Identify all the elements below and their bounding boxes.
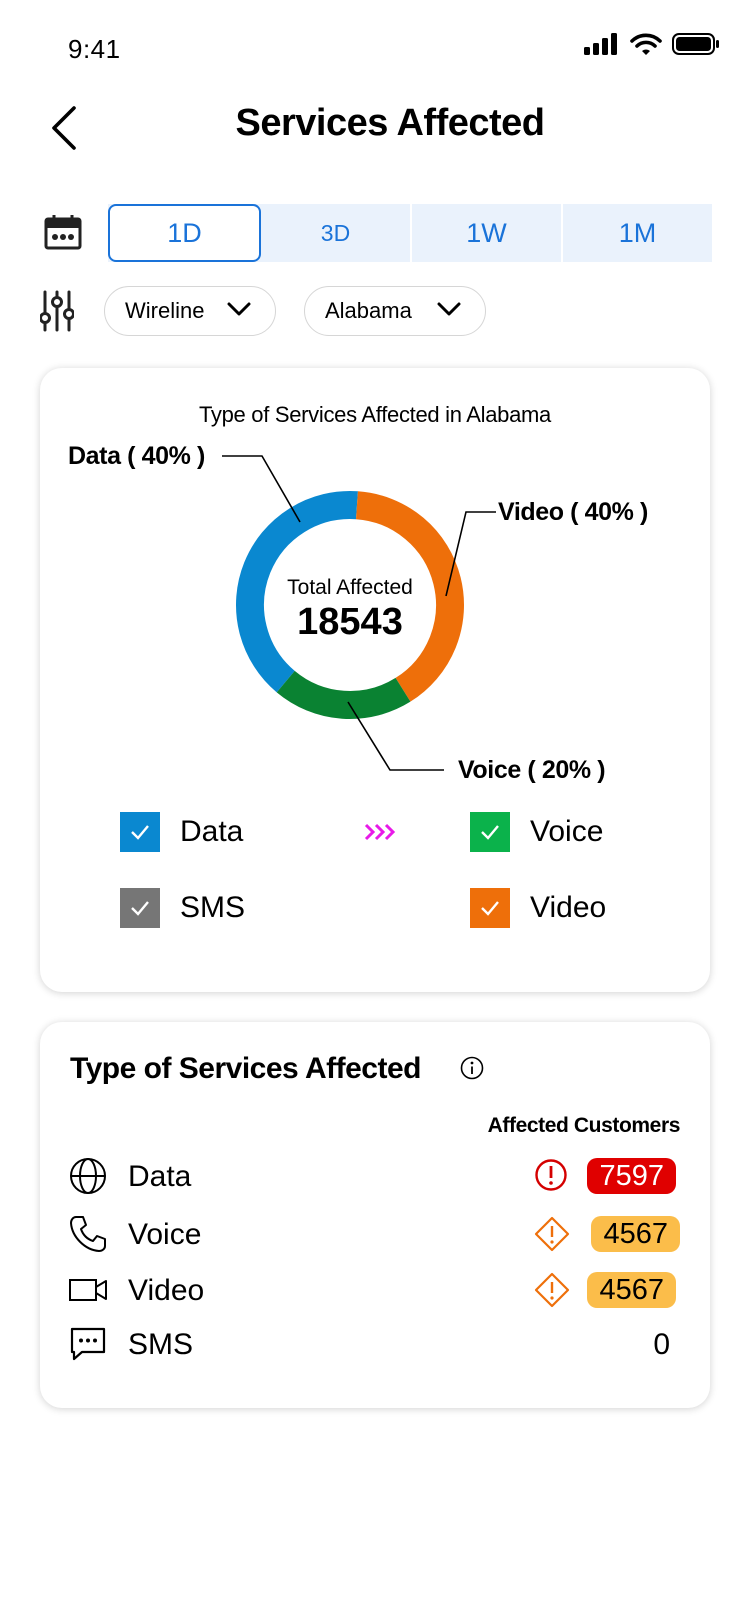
sliders-icon[interactable] (40, 290, 74, 332)
count-value: 0 (653, 1328, 670, 1361)
legend-label-data: Data (180, 815, 244, 848)
globe-icon (70, 1158, 106, 1194)
message-icon (70, 1327, 106, 1361)
legend-label-voice: Voice (530, 815, 604, 848)
count-badge: 4567 (591, 1216, 680, 1252)
chevrons-right-icon (364, 823, 396, 841)
checkbox-voice[interactable] (470, 812, 510, 852)
service-label: Video (128, 1274, 205, 1307)
page-title: Services Affected (235, 102, 545, 144)
table-title: Type of Services Affected (70, 1052, 421, 1085)
chevron-down-icon (227, 302, 251, 316)
services-table-card: Type of Services Affected Affected Custo… (40, 1022, 710, 1408)
checkmark-icon (131, 825, 149, 840)
data-callout: Data ( 40% ) (68, 442, 205, 470)
table-row[interactable]: Voice 4567 (40, 1210, 710, 1260)
time-range-tabs: 1D 3D 1W 1M (108, 204, 712, 262)
time-range-row: 1D 3D 1W 1M (0, 200, 750, 264)
status-bar: 9:41 (0, 0, 750, 90)
video-camera-icon (69, 1279, 107, 1301)
legend-item-voice[interactable]: Voice (470, 812, 603, 852)
info-icon[interactable] (460, 1056, 484, 1080)
affected-customers-header: Affected Customers (487, 1114, 681, 1137)
checkbox-sms[interactable] (120, 888, 160, 928)
calendar-icon[interactable] (44, 214, 82, 250)
table-row[interactable]: Video 4567 (40, 1266, 710, 1316)
critical-alert-icon (535, 1159, 567, 1191)
tab-1w[interactable]: 1W (412, 204, 563, 262)
services-chart-card: Type of Services Affected in Alabama Tot… (40, 368, 710, 992)
tab-1m[interactable]: 1M (563, 204, 712, 262)
legend-item-data[interactable]: Data (120, 812, 243, 852)
filter-row: Wireline Alabama (0, 286, 750, 340)
status-icons (584, 32, 720, 56)
cellular-signal-icon (584, 33, 617, 55)
checkmark-icon (481, 825, 499, 840)
network-dropdown[interactable]: Wireline (104, 286, 276, 336)
voice-callout: Voice ( 20% ) (458, 756, 606, 784)
warning-alert-icon (534, 1272, 570, 1308)
service-label: SMS (128, 1328, 194, 1361)
nav-bar: Services Affected (0, 90, 750, 180)
checkbox-data[interactable] (120, 812, 160, 852)
service-label: Voice (128, 1218, 202, 1251)
center-value: 18543 (297, 601, 403, 643)
table-row[interactable]: SMS 0 (40, 1320, 710, 1370)
region-dropdown-value: Alabama (325, 298, 412, 323)
table-row[interactable]: Data 7597 (40, 1152, 710, 1202)
center-label: Total Affected (287, 576, 413, 599)
video-callout: Video ( 40% ) (498, 498, 648, 526)
warning-alert-icon (534, 1216, 570, 1252)
count-badge: 4567 (587, 1272, 676, 1308)
status-time: 9:41 (68, 34, 121, 64)
service-label: Data (128, 1160, 192, 1193)
phone-icon (70, 1216, 106, 1252)
donut-slice-voice[interactable] (276, 670, 411, 719)
battery-icon (672, 33, 719, 55)
tab-1d[interactable]: 1D (108, 204, 261, 262)
legend-label-video: Video (530, 891, 607, 924)
checkbox-video[interactable] (470, 888, 510, 928)
legend-item-sms[interactable]: SMS (120, 888, 245, 928)
network-dropdown-value: Wireline (125, 298, 205, 323)
tab-3d[interactable]: 3D (261, 204, 412, 262)
region-dropdown[interactable]: Alabama (304, 286, 486, 336)
chevron-down-icon (437, 302, 461, 316)
legend-item-video[interactable]: Video (470, 888, 606, 928)
count-badge: 7597 (587, 1158, 676, 1194)
legend-label-sms: SMS (180, 891, 246, 924)
wifi-icon (630, 33, 662, 55)
checkmark-icon (131, 901, 149, 916)
checkmark-icon (481, 901, 499, 916)
